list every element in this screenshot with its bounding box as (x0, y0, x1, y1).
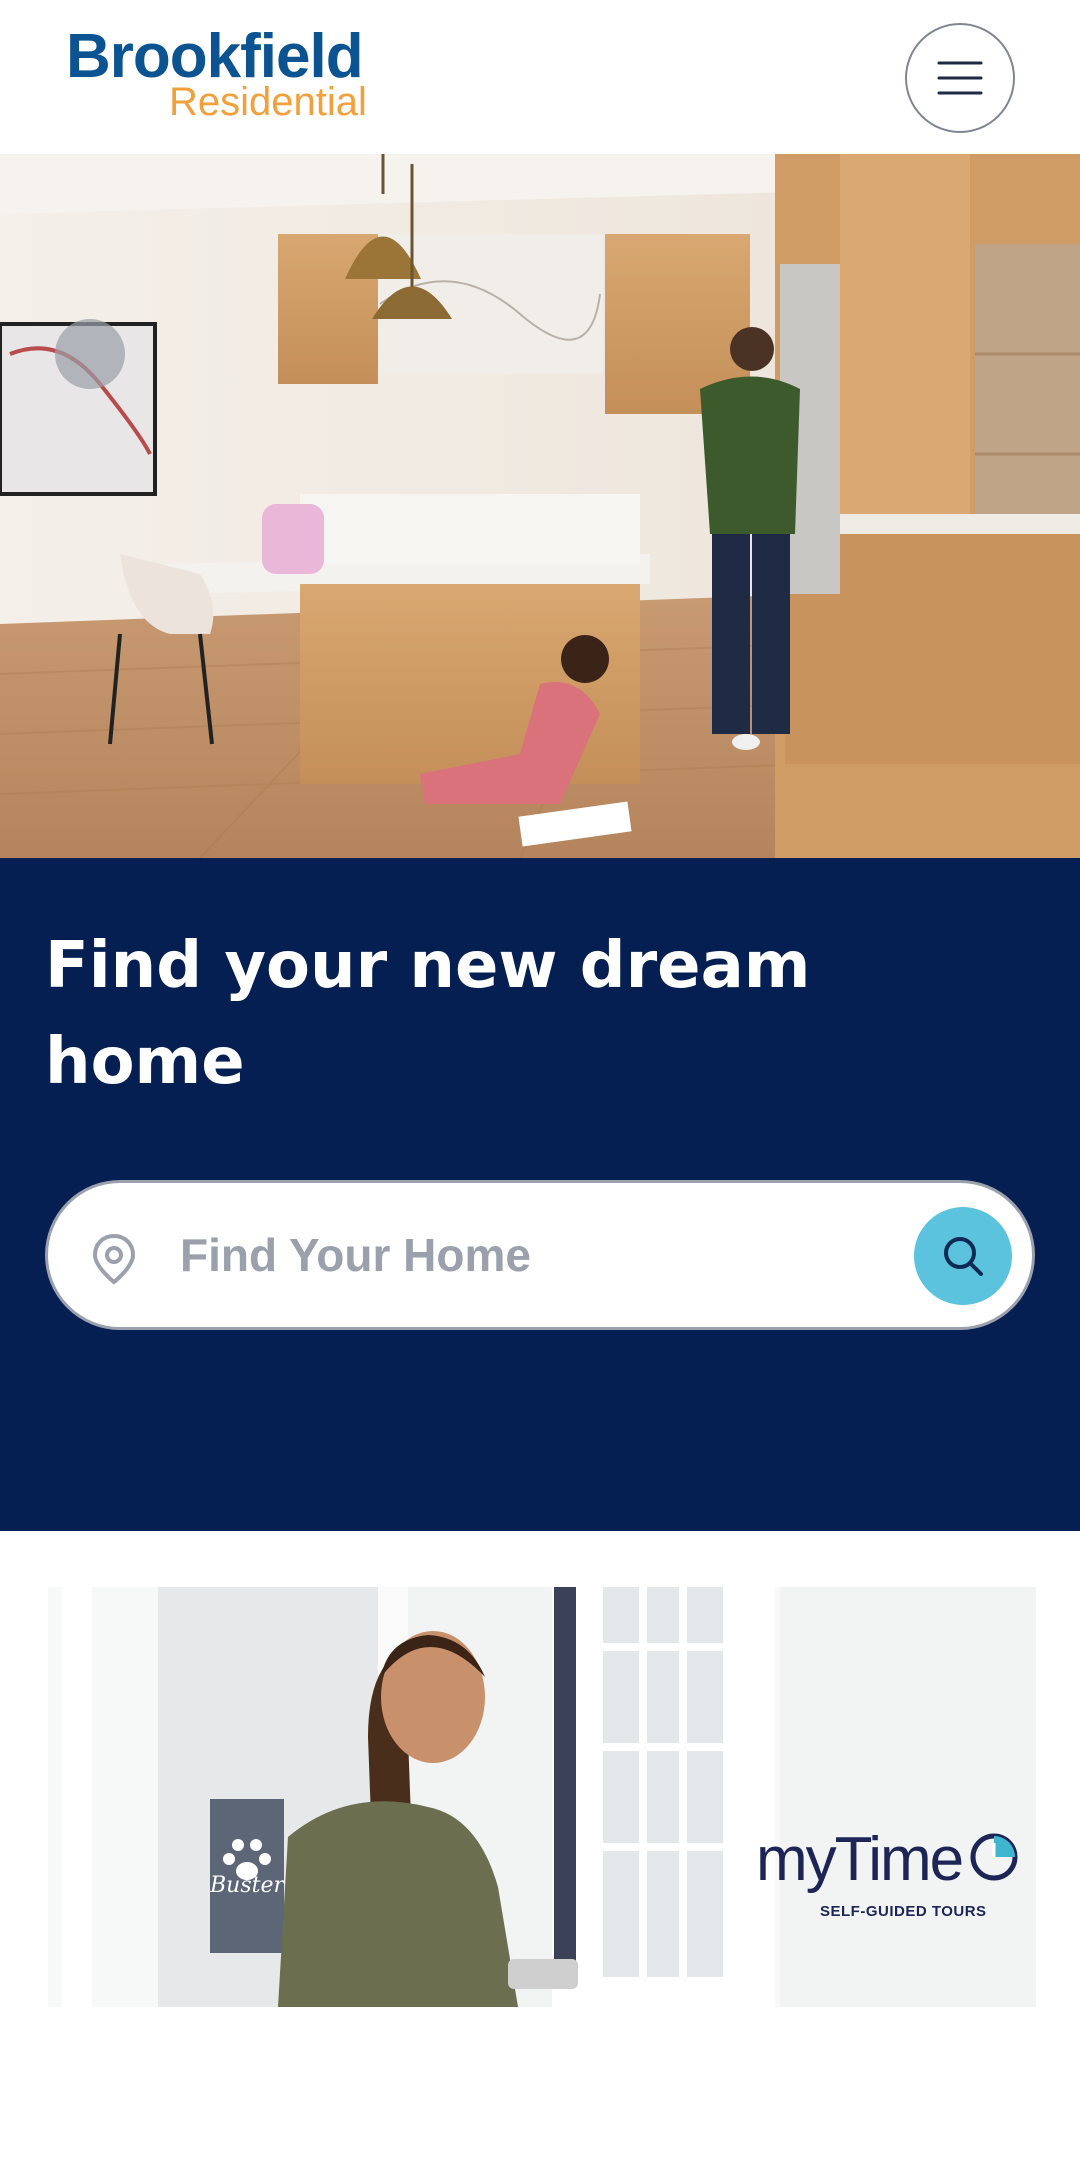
mytime-logo: myTime SELF-GUIDED TOURS (756, 1827, 1026, 1927)
logo-residential-text: Residential (169, 80, 367, 124)
mytime-brand-text: myTime (756, 1825, 964, 1894)
woman-at-door-photo: Buster (48, 1587, 1036, 2007)
search-icon (944, 1237, 983, 1276)
site-header: Brookfield Residential (0, 0, 1080, 154)
clock-icon (970, 1833, 1018, 1881)
search-input[interactable] (180, 1219, 820, 1291)
logo-brookfield-text: Brookfield (66, 22, 364, 91)
kitchen-scene (0, 154, 1080, 858)
mytime-subtitle: SELF-GUIDED TOURS (820, 1903, 987, 1920)
search-button[interactable] (914, 1207, 1012, 1305)
location-pin-icon (92, 1233, 136, 1285)
search-bar[interactable] (45, 1180, 1035, 1330)
hamburger-menu-icon (937, 61, 983, 95)
search-section: Find your new dream home (0, 858, 1080, 1531)
mytime-promo-banner[interactable]: Buster myTime SELF-GUIDED TOURS (48, 1587, 1036, 2007)
menu-button[interactable] (905, 23, 1015, 133)
hero-headline: Find your new dream home (45, 929, 811, 1099)
brookfield-logo[interactable]: Brookfield Residential (66, 26, 386, 126)
hero-image (0, 154, 1080, 858)
